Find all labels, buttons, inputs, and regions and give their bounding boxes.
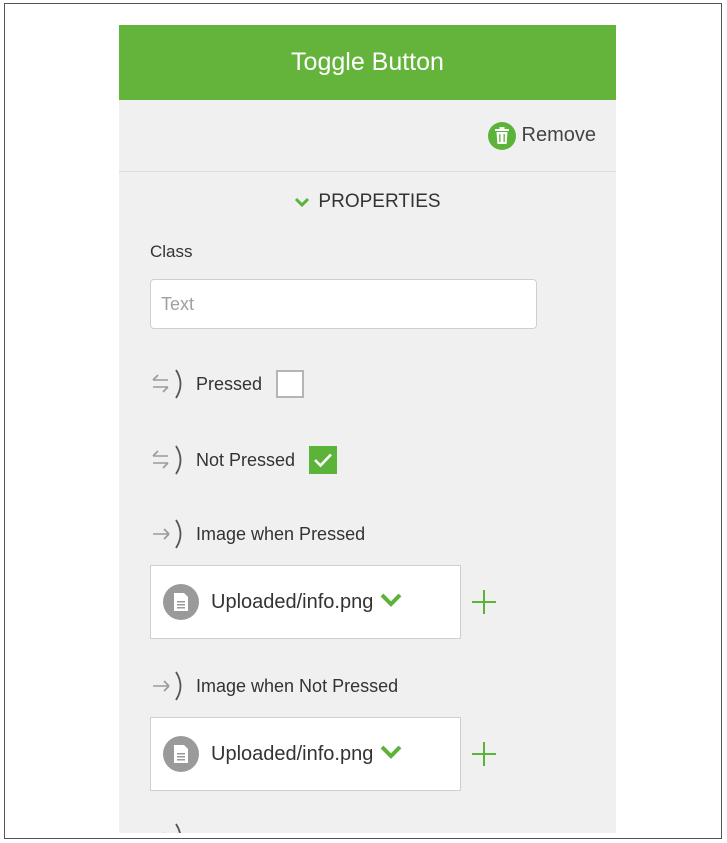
trash-icon bbox=[487, 121, 516, 150]
class-input[interactable] bbox=[150, 279, 537, 329]
one-way-binding-icon[interactable] bbox=[150, 821, 188, 833]
image-pressed-label: Image when Pressed bbox=[196, 523, 366, 544]
image-pressed-value: Uploaded/info.png bbox=[211, 590, 374, 613]
remove-button[interactable]: Remove bbox=[487, 121, 596, 150]
chevron-down-icon[interactable] bbox=[379, 743, 403, 766]
remove-row: Remove bbox=[119, 100, 616, 172]
properties-body: Class Pressed bbox=[119, 242, 616, 833]
chevron-down-icon bbox=[294, 196, 310, 208]
two-way-binding-icon[interactable] bbox=[150, 443, 188, 477]
one-way-binding-icon[interactable] bbox=[150, 669, 188, 703]
panel-title: Toggle Button bbox=[119, 25, 616, 100]
not-pressed-label: Not Pressed bbox=[196, 449, 296, 470]
one-way-binding-icon[interactable] bbox=[150, 517, 188, 551]
not-pressed-row: Not Pressed bbox=[150, 443, 616, 477]
image-pressed-row: Image when Pressed bbox=[150, 517, 616, 551]
image-not-pressed-row: Image when Not Pressed bbox=[150, 669, 616, 703]
pressed-label: Pressed bbox=[196, 373, 263, 394]
screenshot-frame: Toggle Button Remove PROPERTIES Class Te… bbox=[4, 3, 722, 839]
properties-panel: Toggle Button Remove PROPERTIES Class Te… bbox=[119, 25, 616, 833]
not-pressed-checkbox[interactable] bbox=[309, 446, 338, 474]
plus-icon[interactable] bbox=[469, 739, 499, 769]
checkmark-icon bbox=[314, 453, 332, 468]
image-not-pressed-label: Image when Not Pressed bbox=[196, 675, 399, 696]
image-pressed-field: Uploaded/info.png bbox=[150, 565, 616, 639]
chevron-down-icon[interactable] bbox=[379, 591, 403, 614]
pressed-row: Pressed bbox=[150, 367, 616, 401]
panel-title-text: Toggle Button bbox=[291, 48, 444, 76]
image-not-pressed-value: Uploaded/info.png bbox=[211, 742, 374, 765]
pressed-checkbox[interactable] bbox=[276, 370, 305, 398]
document-icon bbox=[163, 736, 199, 772]
section-label: PROPERTIES bbox=[318, 191, 441, 212]
document-icon bbox=[163, 584, 199, 620]
class-label: Class bbox=[150, 242, 193, 261]
image-not-pressed-select[interactable]: Uploaded/info.png bbox=[150, 717, 461, 791]
properties-section-toggle[interactable]: PROPERTIES bbox=[119, 172, 616, 232]
image-pressed-select[interactable]: Uploaded/info.png bbox=[150, 565, 461, 639]
two-way-binding-icon[interactable] bbox=[150, 367, 188, 401]
plus-icon[interactable] bbox=[469, 587, 499, 617]
next-property-row bbox=[150, 821, 616, 833]
image-not-pressed-field: Uploaded/info.png bbox=[150, 717, 616, 791]
remove-label: Remove bbox=[521, 124, 596, 146]
